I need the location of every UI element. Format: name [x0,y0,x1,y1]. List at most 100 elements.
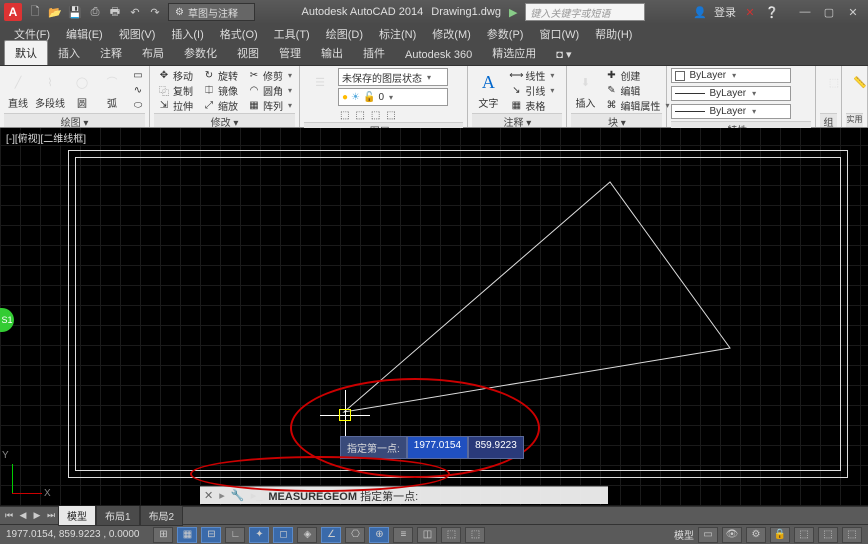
tab-manage[interactable]: 管理 [269,41,311,65]
layerstate-dropdown[interactable]: 未保存的图层状态 [338,68,448,86]
tab-featured[interactable]: 精选应用 [482,41,546,65]
tab-model[interactable]: 模型 [58,505,96,526]
measure-button[interactable]: 📏 [846,68,868,96]
rotate-button[interactable]: ↻旋转 [199,68,242,82]
copy-button[interactable]: ⿻复制 [154,83,197,97]
tab-prev-icon[interactable]: ◀ [16,509,30,523]
tab-a360[interactable]: Autodesk 360 [395,45,482,65]
layer-dropdown[interactable]: ● ☀ 🔓 0 [338,88,448,106]
undo-icon[interactable]: ↶ [126,3,144,21]
tab-next-icon[interactable]: ▶ [30,509,44,523]
new-icon[interactable]: 🗋 [26,3,44,21]
ellipse-button[interactable]: ⬭ [128,98,148,112]
view-label[interactable]: [-][俯视][二维线框] [4,130,88,145]
tab-last-icon[interactable]: ⏭ [44,509,58,523]
lineweight-dropdown[interactable]: ByLayer [671,86,791,101]
command-line[interactable]: ✕ ▸ 🔧 ▸_ MEASUREGEOM 指定第一点: [200,486,608,504]
sb-clean[interactable]: ⬚ [842,527,862,543]
color-dropdown[interactable]: ByLayer [671,68,791,83]
panel-modify-title[interactable]: 修改 ▾ [154,113,295,127]
trim-button[interactable]: ✂修剪 [244,68,296,82]
mirror-button[interactable]: ⎅镜像 [199,83,242,97]
tab-default[interactable]: 默认 [4,40,48,65]
edit-block-button[interactable]: ✎编辑 [601,83,673,97]
print-icon[interactable]: 🖶 [106,3,124,21]
sb-lock[interactable]: 🔒 [770,527,790,543]
tab-layout1[interactable]: 布局1 [96,505,140,526]
tab-plugins[interactable]: 插件 [353,41,395,65]
layer-tool-1[interactable]: ⬚ [338,108,351,122]
workspace-dropdown[interactable]: ⚙ 草图与注释 [168,3,255,21]
menu-modify[interactable]: 修改(M) [424,24,479,44]
fillet-button[interactable]: ◠圆角 [244,83,296,97]
sb-ducs[interactable]: ⎔ [345,527,365,543]
panel-annot-title[interactable]: 注释 ▾ [472,113,562,127]
sb-snap[interactable]: ▦ [177,527,197,543]
save-icon[interactable]: 💾 [66,3,84,21]
saveas-icon[interactable]: ⎙ [86,3,104,21]
scale-button[interactable]: ⤢缩放 [199,98,242,112]
title-arrow-icon[interactable]: ▶ [509,6,517,19]
redo-icon[interactable]: ↷ [146,3,164,21]
menu-help[interactable]: 帮助(H) [587,24,640,44]
tab-insert[interactable]: 插入 [48,41,90,65]
panel-group-title[interactable]: 组 [820,113,837,127]
sb-ann-scale[interactable]: ▭ [698,527,718,543]
layer-tool-4[interactable]: ⬚ [384,108,397,122]
sb-sc[interactable]: ⬚ [465,527,485,543]
modelspace-toggle[interactable]: 模型 [674,527,694,542]
sb-osnap[interactable]: ◻ [273,527,293,543]
maximize-button[interactable]: ▢ [818,4,840,20]
linear-dim-button[interactable]: ⟷线性 [506,68,558,82]
sb-iso[interactable]: ⬚ [818,527,838,543]
edit-attr-button[interactable]: ⌘编辑属性 [601,98,673,112]
sb-lwt[interactable]: ≡ [393,527,413,543]
minimize-button[interactable]: — [794,4,816,20]
exchange-icon[interactable]: ✕ [742,4,758,20]
stretch-button[interactable]: ⇲拉伸 [154,98,197,112]
leader-button[interactable]: ↘引线 [506,83,558,97]
close-button[interactable]: ✕ [842,4,864,20]
layer-tool-3[interactable]: ⬚ [369,108,382,122]
sb-hw[interactable]: ⬚ [794,527,814,543]
layer-props-button[interactable]: ☰ [304,68,336,96]
arc-button[interactable]: ⌒弧 [98,68,126,112]
open-icon[interactable]: 📂 [46,3,64,21]
user-icon[interactable]: 👤 [692,4,708,20]
panel-block-title[interactable]: 块 ▾ [571,113,662,127]
sb-ortho[interactable]: ∟ [225,527,245,543]
help-icon[interactable]: ❔ [764,4,780,20]
wrench-icon[interactable]: 🔧 [231,489,245,503]
sb-otrack[interactable]: ∠ [321,527,341,543]
text-button[interactable]: A文字 [472,68,504,112]
spline-button[interactable]: ∿ [128,83,148,97]
panel-draw-title[interactable]: 绘图 ▾ [4,113,145,127]
drawing-canvas[interactable]: [-][俯视][二维线框] 指定第一点: 1977.0154 859.9223 … [0,128,868,506]
tab-view[interactable]: 视图 [227,41,269,65]
rect-button[interactable]: ▭ [128,68,148,82]
panel-util-title[interactable]: 实用 [846,113,863,127]
insert-block-button[interactable]: ⬇插入 [571,68,599,112]
linetype-dropdown[interactable]: ByLayer [671,104,791,119]
tab-extra[interactable]: ◘ ▾ [546,44,581,65]
sb-qp[interactable]: ⬚ [441,527,461,543]
tab-layout2[interactable]: 布局2 [140,505,184,526]
tab-parametric[interactable]: 参数化 [174,41,227,65]
sb-dyn[interactable]: ⊕ [369,527,389,543]
sb-3dosnap[interactable]: ◈ [297,527,317,543]
line-button[interactable]: ╱直线 [4,68,32,112]
sb-infer[interactable]: ⊞ [153,527,173,543]
move-button[interactable]: ✥移动 [154,68,197,82]
sb-grid[interactable]: ⊟ [201,527,221,543]
tab-first-icon[interactable]: ⏮ [2,509,16,523]
tab-layout[interactable]: 布局 [132,41,174,65]
tooltip-x[interactable]: 1977.0154 [407,436,468,459]
sb-tpy[interactable]: ◫ [417,527,437,543]
tab-annotate[interactable]: 注释 [90,41,132,65]
array-button[interactable]: ▦阵列 [244,98,296,112]
polyline-button[interactable]: ⌇多段线 [34,68,66,112]
sb-ws[interactable]: ⚙ [746,527,766,543]
sb-polar[interactable]: ✦ [249,527,269,543]
table-button[interactable]: ▦表格 [506,98,558,112]
sb-ann-vis[interactable]: 👁 [722,527,742,543]
